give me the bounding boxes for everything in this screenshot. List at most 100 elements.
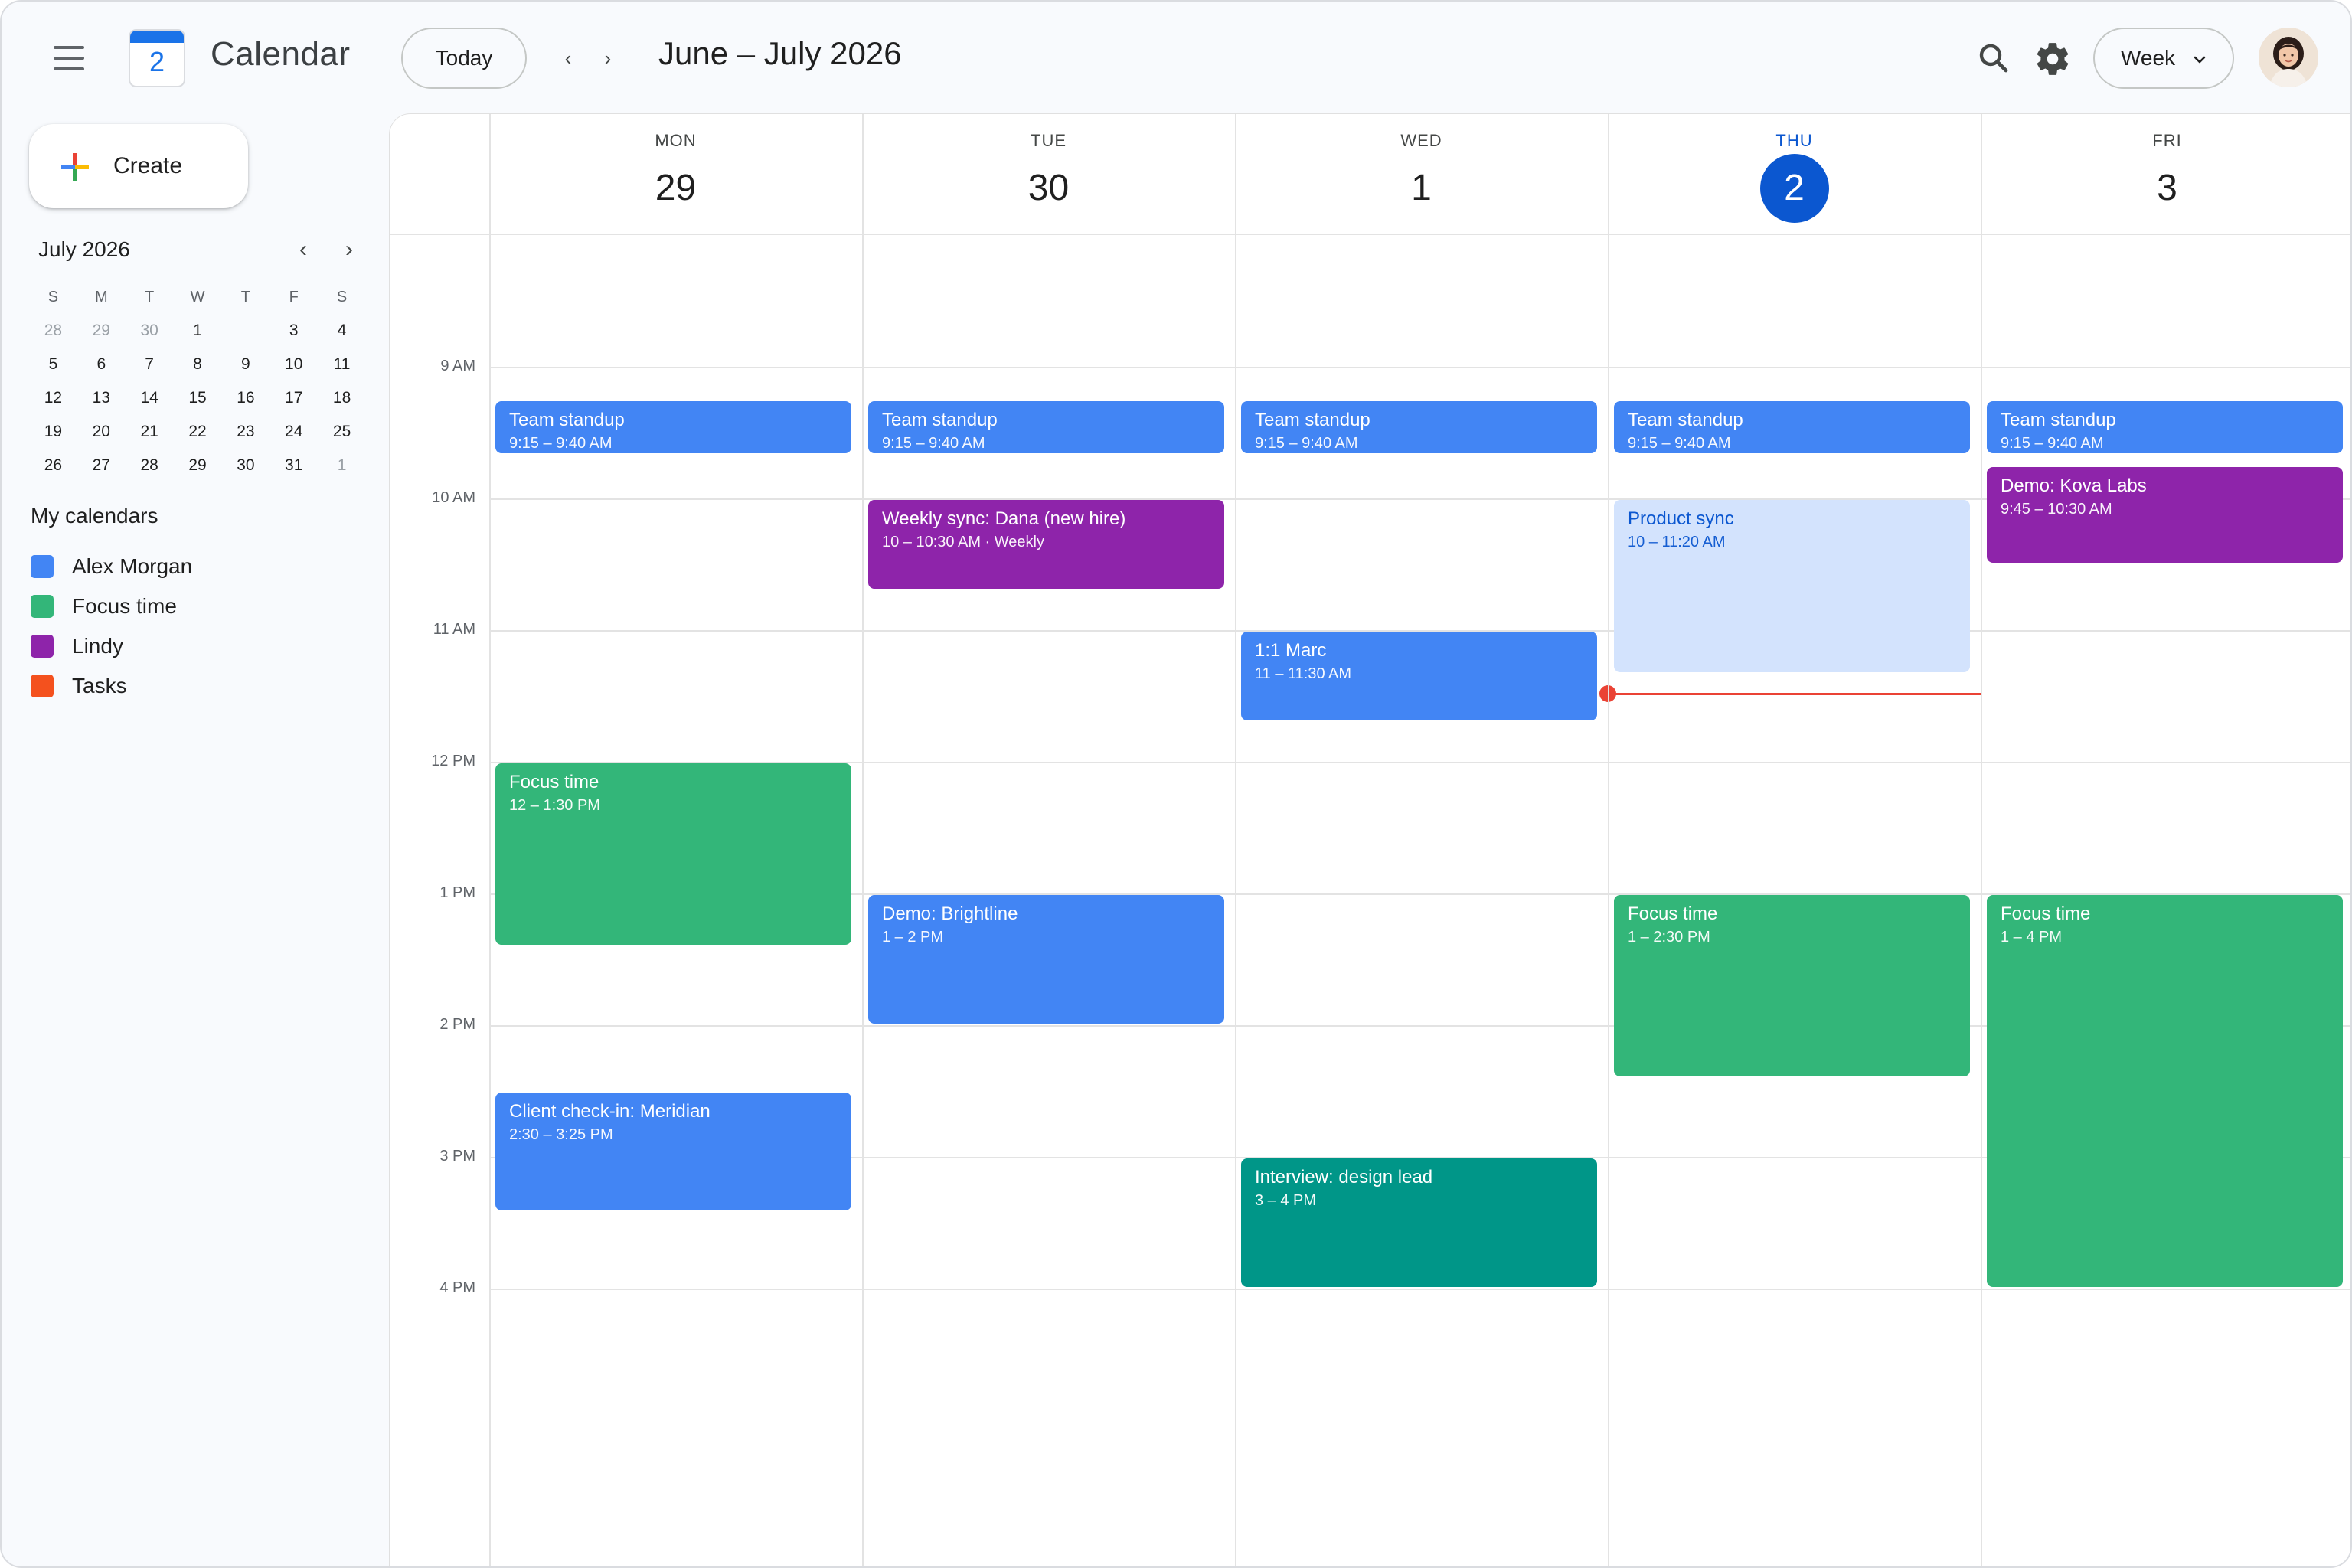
calendar-logo-icon: 2 [129,29,185,87]
mini-calendar-today-cell[interactable] [221,314,270,348]
calendar-item[interactable]: Tasks [29,666,192,706]
app-title[interactable]: Calendar [211,35,351,74]
event-title: Focus time [509,772,599,792]
mini-calendar-day[interactable]: 21 [126,415,174,449]
date-number[interactable]: 30 [1014,154,1083,223]
calendar-color-checkbox[interactable] [31,675,54,697]
mini-calendar-day[interactable]: 19 [29,415,77,449]
user-avatar[interactable] [2259,28,2318,87]
mini-calendar-day[interactable]: 7 [126,348,174,381]
date-number[interactable]: 1 [1387,154,1456,223]
view-switcher-dropdown[interactable]: Week [2093,28,2234,89]
calendar-event[interactable]: Client check-in: Meridian 2:30 – 3:25 PM [495,1093,851,1210]
mini-calendar-day[interactable]: 4 [318,314,366,348]
mini-calendar-weekday: T [240,289,250,305]
mini-calendar-day[interactable]: 28 [126,449,174,482]
calendar-event[interactable]: Team standup 9:15 – 9:40 AM [1241,401,1597,453]
week-grid: MON 29 TUE 30 WED 1 THU 2 FRI 3 9 AM 10 AM 11 AM 12 … [389,113,2350,1566]
main-menu-icon[interactable] [44,38,93,78]
hour-label: 11 AM [433,621,475,638]
mini-calendar-weekday-row: SMTWTFS [29,280,366,314]
calendar-color-checkbox[interactable] [31,555,54,578]
mini-calendar-day[interactable]: 17 [270,381,318,415]
mini-calendar-day[interactable]: 27 [77,449,126,482]
column-divider [1235,114,1236,1566]
calendar-event[interactable]: Weekly sync: Dana (new hire) 10 – 10:30 A… [868,500,1224,590]
mini-calendar-day[interactable]: 20 [77,415,126,449]
chevron-down-icon [2194,56,2206,64]
calendar-color-checkbox[interactable] [31,595,54,618]
my-calendars-heading[interactable]: My calendars [31,504,158,528]
calendar-event[interactable]: Product sync 10 – 11:20 AM [1614,500,1970,673]
mini-calendar-day[interactable]: 16 [221,381,270,415]
mini-calendar-prev-button[interactable]: ‹ [288,234,318,265]
mini-calendar-day[interactable]: 18 [318,381,366,415]
calendar-event[interactable]: Demo: Kova Labs 9:45 – 10:30 AM [1987,467,2343,563]
event-title: Team standup [882,410,998,430]
mini-calendar-day[interactable]: 22 [174,415,222,449]
create-event-button[interactable]: Create [29,124,248,208]
calendar-event[interactable]: Team standup 9:15 – 9:40 AM [868,401,1224,453]
mini-calendar-week-row: 19 20 21 22 23 24 25 [29,415,366,449]
mini-calendar-weekday: S [47,289,59,305]
date-number[interactable]: 29 [642,154,710,223]
calendar-event[interactable]: Team standup 9:15 – 9:40 AM [1614,401,1970,453]
mini-calendar-day[interactable]: 1 [174,314,222,348]
mini-calendar-day[interactable]: 26 [29,449,77,482]
calendar-item[interactable]: Focus time [29,586,192,626]
mini-calendar-day[interactable]: 25 [318,415,366,449]
today-button[interactable]: Today [401,28,527,89]
event-title: Demo: Brightline [882,903,1018,924]
calendar-event[interactable]: 1:1 Marc 11 – 11:30 AM [1241,632,1597,721]
mini-calendar-day[interactable]: 9 [221,348,270,381]
time-grid[interactable]: 9 AM 10 AM 11 AM 12 PM 1 PM 2 PM 3 PM 4 PM Team … [390,235,2350,1566]
mini-calendar-day[interactable]: 24 [270,415,318,449]
mini-calendar-day[interactable]: 23 [221,415,270,449]
mini-calendar-day[interactable]: 14 [126,381,174,415]
calendar-event[interactable]: Demo: Brightline 1 – 2 PM [868,895,1224,1024]
settings-gear-icon[interactable] [2034,40,2072,78]
mini-calendar-next-button[interactable]: › [334,234,364,265]
calendar-item[interactable]: Lindy [29,626,192,666]
calendar-event[interactable]: Team standup 9:15 – 9:40 AM [495,401,851,453]
mini-calendar-day[interactable]: 30 [221,449,270,482]
mini-calendar-day[interactable]: 13 [77,381,126,415]
calendar-event[interactable]: Focus time 12 – 1:30 PM [495,763,851,945]
hour-label: 9 AM [440,358,475,374]
mini-calendar-day[interactable]: 28 [29,314,77,348]
mini-calendar-day[interactable]: 1 [318,449,366,482]
today-date-number[interactable]: 2 [1759,154,1829,223]
mini-calendar-day[interactable]: 11 [318,348,366,381]
mini-calendar-day[interactable]: 10 [270,348,318,381]
calendar-event[interactable]: Focus time 1 – 4 PM [1987,895,2343,1287]
mini-calendar-day[interactable]: 5 [29,348,77,381]
day-of-week-label: FRI [2152,131,2182,150]
calendar-color-checkbox[interactable] [31,635,54,658]
mini-calendar-day[interactable]: 31 [270,449,318,482]
event-title: Client check-in: Meridian [509,1101,710,1122]
calendar-event[interactable]: Team standup 9:15 – 9:40 AM [1987,401,2343,453]
mini-calendar-day[interactable]: 29 [174,449,222,482]
mini-calendar-day[interactable]: 6 [77,348,126,381]
mini-calendar-day[interactable]: 8 [174,348,222,381]
day-of-week-label: THU [1775,131,1813,150]
calendar-item[interactable]: Alex Morgan [29,547,192,586]
mini-calendar-week-row: 5 6 7 8 9 10 11 [29,348,366,381]
hour-label: 12 PM [431,753,475,769]
mini-calendar-day[interactable]: 15 [174,381,222,415]
mini-calendar-day[interactable]: 12 [29,381,77,415]
calendar-event[interactable]: Interview: design lead 3 – 4 PM [1241,1158,1597,1287]
next-week-button[interactable]: › [596,44,620,72]
day-header-fri: FRI 3 [1981,114,2350,235]
date-number[interactable]: 3 [2133,154,2202,223]
event-title: 1:1 Marc [1255,640,1327,661]
mini-calendar-day[interactable]: 3 [270,314,318,348]
mini-calendar-day[interactable]: 30 [126,314,174,348]
search-icon[interactable] [1975,40,2012,77]
mini-calendar-weekday: T [145,289,155,305]
previous-week-button[interactable]: ‹ [556,44,580,72]
event-title: Product sync [1628,508,1734,529]
calendar-event[interactable]: Focus time 1 – 2:30 PM [1614,895,1970,1076]
mini-calendar-day[interactable]: 29 [77,314,126,348]
mini-calendar-week-row: 26 27 28 29 30 31 1 [29,449,366,482]
